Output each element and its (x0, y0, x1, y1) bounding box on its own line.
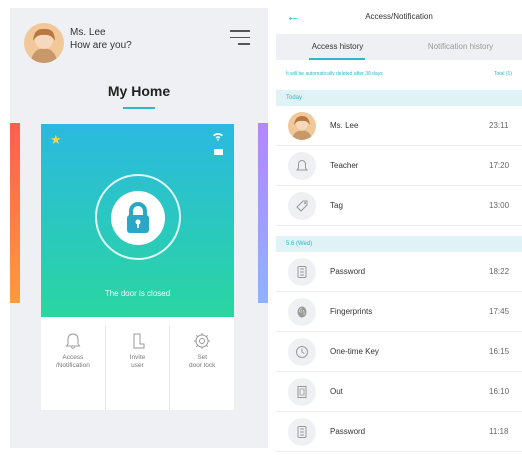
entry-time: 16:10 (489, 387, 510, 396)
entry-time: 17:45 (489, 307, 510, 316)
battery-icon (214, 149, 223, 155)
keypad-icon (288, 258, 316, 286)
prev-card-peek[interactable] (10, 123, 20, 303)
user-name: Ms. Lee (70, 27, 106, 38)
greeting-text: How are you? (70, 40, 132, 51)
keypad-icon (288, 418, 316, 446)
entry-time: 23:11 (489, 121, 509, 130)
access-notification-button[interactable]: Access /Notification (41, 326, 106, 410)
entry-time: 17:20 (489, 161, 510, 170)
list-item[interactable]: Password 11:18 (276, 412, 522, 452)
lock-status-panel: ★ The door is closed (41, 124, 234, 317)
total-count: Total (1) (493, 71, 512, 77)
bell-icon (288, 152, 316, 180)
avatar (288, 112, 316, 140)
home-screen: Ms. Lee How are you? My Home ★ The door … (10, 8, 268, 448)
entry-name: Tag (330, 201, 343, 210)
entry-time: 11:18 (489, 427, 509, 436)
entry-name: Teacher (330, 161, 359, 170)
list-item[interactable]: Teacher 17:20 (276, 146, 522, 186)
invite-user-icon (133, 333, 144, 349)
page-title: Access/Notification (365, 12, 433, 21)
list-item[interactable]: One-time Key 16:15 (276, 332, 522, 372)
fingerprint-icon (288, 298, 316, 326)
card-actions: Access /Notification Invite user Set doo… (41, 326, 234, 410)
entry-name: Out (330, 387, 343, 396)
title-underline (123, 107, 155, 109)
next-card-peek[interactable] (258, 123, 268, 303)
list-item[interactable]: Out 16:10 (276, 372, 522, 412)
auto-delete-notice: It will be automatically deleted after 3… (276, 60, 522, 88)
entry-name: Ms. Lee (330, 121, 359, 130)
section-header-date: 5.6 (Wed) (276, 236, 522, 252)
entry-name: Fingerprints (330, 307, 373, 316)
door-lock-card: ★ The door is closed Access /Notificatio… (41, 124, 234, 410)
star-icon[interactable]: ★ (50, 132, 62, 148)
entry-time: 16:15 (489, 347, 510, 356)
action-label: Invite user (129, 354, 146, 369)
entry-name: Password (330, 267, 366, 276)
list-item[interactable]: Fingerprints 17:45 (276, 292, 522, 332)
action-label: Set door lock (188, 354, 216, 369)
door-status-text: The door is closed (104, 289, 171, 298)
action-label: Access /Notification (55, 354, 90, 369)
set-door-lock-button[interactable]: Set door lock (170, 326, 234, 410)
page-title: My Home (107, 83, 171, 99)
tab-access-history[interactable]: Access history (276, 34, 399, 60)
invite-user-button[interactable]: Invite user (106, 326, 171, 410)
notice-text: It will be automatically deleted after 3… (286, 71, 383, 77)
list-item[interactable]: Ms. Lee 23:11 (276, 106, 522, 146)
avatar[interactable] (24, 23, 64, 63)
list-item[interactable]: Password 18:22 (276, 252, 522, 292)
section-header-today: Today (276, 90, 522, 106)
access-notification-screen: ← Access/Notification Access history Not… (276, 0, 522, 455)
tab-notification-history[interactable]: Notification history (399, 34, 522, 60)
clock-icon (288, 338, 316, 366)
door-out-icon (288, 378, 316, 406)
entry-name: One-time Key (330, 347, 379, 356)
gear-icon (194, 333, 211, 349)
entry-name: Password (330, 427, 366, 436)
entry-time: 13:00 (489, 201, 510, 210)
list-item[interactable]: Tag 13:00 (276, 186, 522, 226)
bell-icon (65, 333, 81, 349)
tab-bar: Access history Notification history (276, 34, 522, 60)
wifi-icon (213, 132, 223, 144)
greeting-block: Ms. Lee How are you? (70, 26, 132, 52)
tag-icon (288, 192, 316, 220)
header: ← Access/Notification (276, 0, 522, 34)
menu-icon[interactable] (230, 30, 252, 48)
lock-icon[interactable] (111, 191, 165, 245)
entry-time: 18:22 (489, 267, 510, 276)
